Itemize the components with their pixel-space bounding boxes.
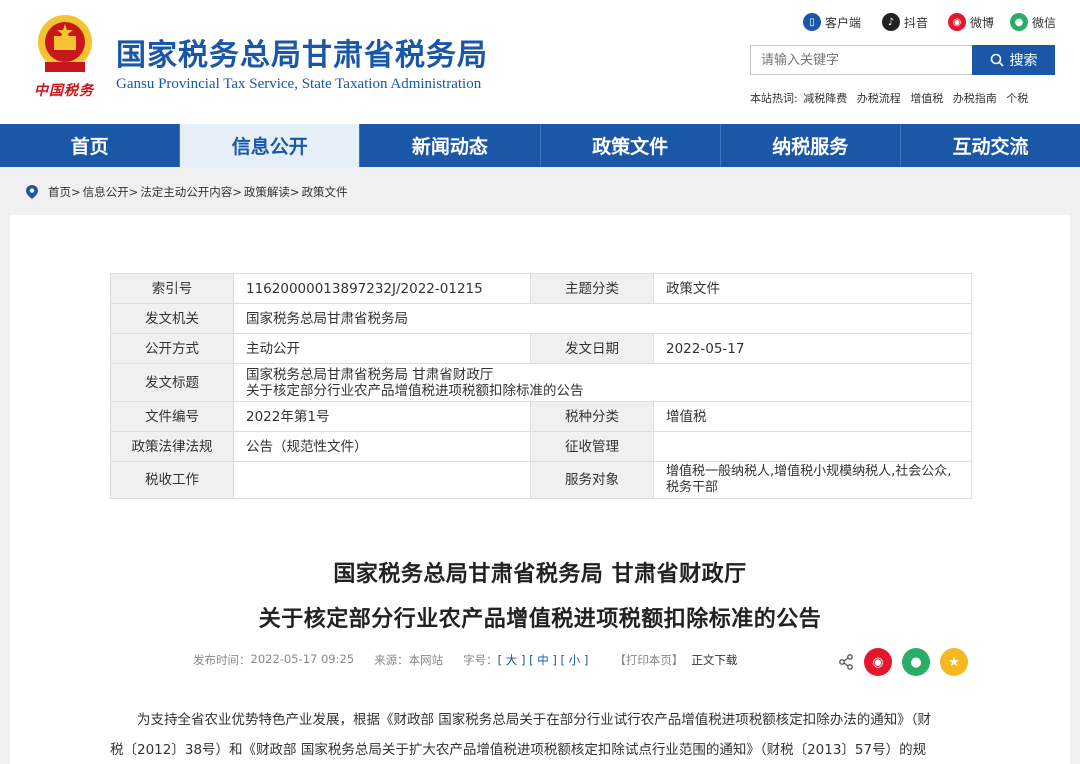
breadcrumb-info[interactable]: 信息公开>	[83, 184, 139, 200]
doc-title-line: 关于核定部分行业农产品增值税进项税额扣除标准的公告	[246, 382, 584, 399]
breadcrumb-policy-interpretation[interactable]: 政策解读>	[244, 184, 300, 200]
logo-text: 中国税务	[34, 83, 94, 99]
article-body: 为支持全省农业优势特色产业发展，根据《财政部 国家税务总局关于在部分行业试行农产…	[110, 705, 972, 764]
weibo-icon: ◉	[948, 13, 966, 31]
location-pin-icon	[26, 185, 38, 199]
search-input[interactable]	[750, 45, 972, 75]
wechat-share-icon[interactable]: ●	[902, 648, 930, 676]
mobile-icon: ▯	[803, 13, 821, 31]
service-value: 增值税一般纳税人,增值税小规模纳税人,社会公众, 税务干部	[653, 461, 972, 499]
social-client-link[interactable]: ▯ 客户端	[803, 12, 861, 32]
doc-no-label: 文件编号	[110, 401, 234, 432]
share-icon[interactable]	[838, 654, 854, 670]
nav-home[interactable]: 首页	[0, 124, 181, 167]
main-nav: 首页 信息公开 新闻动态 政策文件 纳税服务 互动交流	[0, 124, 1080, 167]
doc-title-label: 发文标题	[110, 363, 234, 402]
collection-value	[653, 431, 972, 462]
table-row: 索引号 11620000013897232J/2022-01215 主题分类 政…	[110, 273, 972, 304]
service-line: 税务干部	[666, 480, 719, 495]
search-button[interactable]: 搜索	[972, 45, 1055, 75]
nav-interaction[interactable]: 互动交流	[901, 124, 1080, 167]
nav-info-disclosure[interactable]: 信息公开	[180, 124, 361, 167]
breadcrumb-policy-docs[interactable]: 政策文件	[302, 184, 348, 200]
favorite-icon[interactable]: ★	[940, 648, 968, 676]
source-value: 本网站	[408, 653, 444, 667]
site-subtitle: Gansu Provincial Tax Service, State Taxa…	[116, 76, 482, 92]
table-row: 文件编号 2022年第1号 税种分类 增值税	[110, 401, 972, 432]
publish-time: 2022-05-17 09:25	[250, 652, 355, 666]
site-title[interactable]: 国家税务总局甘肃省税务局	[116, 30, 488, 74]
tax-work-value	[233, 461, 531, 499]
index-no-label: 索引号	[110, 273, 234, 304]
weibo-share-icon[interactable]: ◉	[864, 648, 892, 676]
date-value: 2022-05-17	[653, 333, 972, 364]
hot-word-link[interactable]: 个税	[1006, 92, 1028, 105]
body-paragraph-line: 为支持全省农业优势特色产业发展，根据《财政部 国家税务总局关于在部分行业试行农产…	[137, 712, 932, 728]
topic-value: 政策文件	[653, 273, 972, 304]
doc-no-value: 2022年第1号	[233, 401, 531, 432]
policy-value: 公告（规范性文件）	[233, 431, 531, 462]
source-label: 来源：	[374, 653, 409, 667]
site-header: 中国税务 国家税务总局甘肃省税务局 Gansu Provincial Tax S…	[0, 0, 1080, 124]
service-label: 服务对象	[530, 461, 654, 499]
wechat-icon: ●	[1010, 13, 1028, 31]
font-size-medium[interactable]: 中	[537, 653, 549, 667]
breadcrumb-legal-content[interactable]: 法定主动公开内容>	[140, 184, 242, 200]
nav-news[interactable]: 新闻动态	[360, 124, 541, 167]
table-row: 政策法律法规 公告（规范性文件） 征收管理	[110, 431, 972, 462]
document-meta-table: 索引号 11620000013897232J/2022-01215 主题分类 政…	[110, 273, 972, 499]
social-douyin-link[interactable]: ♪ 抖音	[882, 12, 928, 32]
tax-type-label: 税种分类	[530, 401, 654, 432]
article-title-line1: 国家税务总局甘肃省税务局 甘肃省财政厅	[333, 562, 747, 587]
hot-word-link[interactable]: 减税降费	[803, 92, 847, 105]
breadcrumb: 首页> 信息公开> 法定主动公开内容> 政策解读> 政策文件	[26, 184, 350, 200]
article-info: 发布时间： 2022-05-17 09:25 来源： 本网站 字号： [ 大 ]…	[193, 652, 737, 668]
doc-title-value: 国家税务总局甘肃省税务局 甘肃省财政厅 关于核定部分行业农产品增值税进项税额扣除…	[233, 363, 972, 402]
douyin-icon: ♪	[882, 13, 900, 31]
font-size-large[interactable]: 大	[506, 653, 518, 667]
social-wechat-link[interactable]: ● 微信	[1010, 12, 1056, 32]
hot-word-link[interactable]: 办税指南	[953, 92, 997, 105]
disclosure-label: 公开方式	[110, 333, 234, 364]
disclosure-value: 主动公开	[233, 333, 531, 364]
font-size-small[interactable]: 小	[569, 653, 581, 667]
doc-title-line: 国家税务总局甘肃省税务局 甘肃省财政厅	[246, 366, 494, 383]
service-line: 增值税一般纳税人,增值税小规模纳税人,社会公众,	[666, 464, 952, 479]
table-row: 发文标题 国家税务总局甘肃省税务局 甘肃省财政厅 关于核定部分行业农产品增值税进…	[110, 363, 972, 402]
content-panel: 索引号 11620000013897232J/2022-01215 主题分类 政…	[10, 215, 1070, 764]
print-link[interactable]: 【打印本页】	[614, 652, 683, 668]
breadcrumb-home[interactable]: 首页>	[48, 184, 81, 200]
issuer-value: 国家税务总局甘肃省税务局	[233, 303, 972, 334]
download-link[interactable]: 正文下载	[691, 652, 737, 668]
tax-emblem-icon[interactable]	[30, 12, 100, 78]
date-label: 发文日期	[530, 333, 654, 364]
table-row: 发文机关 国家税务总局甘肃省税务局	[110, 303, 972, 334]
social-weibo-link[interactable]: ◉ 微博	[948, 12, 994, 32]
collection-label: 征收管理	[530, 431, 654, 462]
search-icon	[990, 53, 1004, 67]
index-no-value: 11620000013897232J/2022-01215	[233, 273, 531, 304]
topic-label: 主题分类	[530, 273, 654, 304]
hot-word-link[interactable]: 办税流程	[857, 92, 901, 105]
policy-label: 政策法律法规	[110, 431, 234, 462]
table-row: 税收工作 服务对象 增值税一般纳税人,增值税小规模纳税人,社会公众, 税务干部	[110, 461, 972, 499]
publish-label: 发布时间：	[193, 653, 251, 667]
font-size-switcher: [ 大 ] [ 中 ] [ 小 ]	[497, 653, 589, 667]
font-size-label: 字号：	[463, 653, 498, 667]
hot-words: 本站热词: 减税降费 办税流程 增值税 办税指南 个税	[750, 90, 1034, 106]
hot-word-link[interactable]: 增值税	[910, 92, 943, 105]
issuer-label: 发文机关	[110, 303, 234, 334]
tax-type-value: 增值税	[653, 401, 972, 432]
nav-tax-service[interactable]: 纳税服务	[721, 124, 901, 167]
table-row: 公开方式 主动公开 发文日期 2022-05-17	[110, 333, 972, 364]
article-title-line2: 关于核定部分行业农产品增值税进项税额扣除标准的公告	[258, 607, 822, 632]
hot-words-label: 本站热词:	[750, 92, 798, 105]
tax-work-label: 税收工作	[110, 461, 234, 499]
body-paragraph-line: 税〔2012〕38号）和《财政部 国家税务总局关于扩大农产品增值税进项税额核定扣…	[110, 742, 927, 758]
nav-policy[interactable]: 政策文件	[541, 124, 721, 167]
